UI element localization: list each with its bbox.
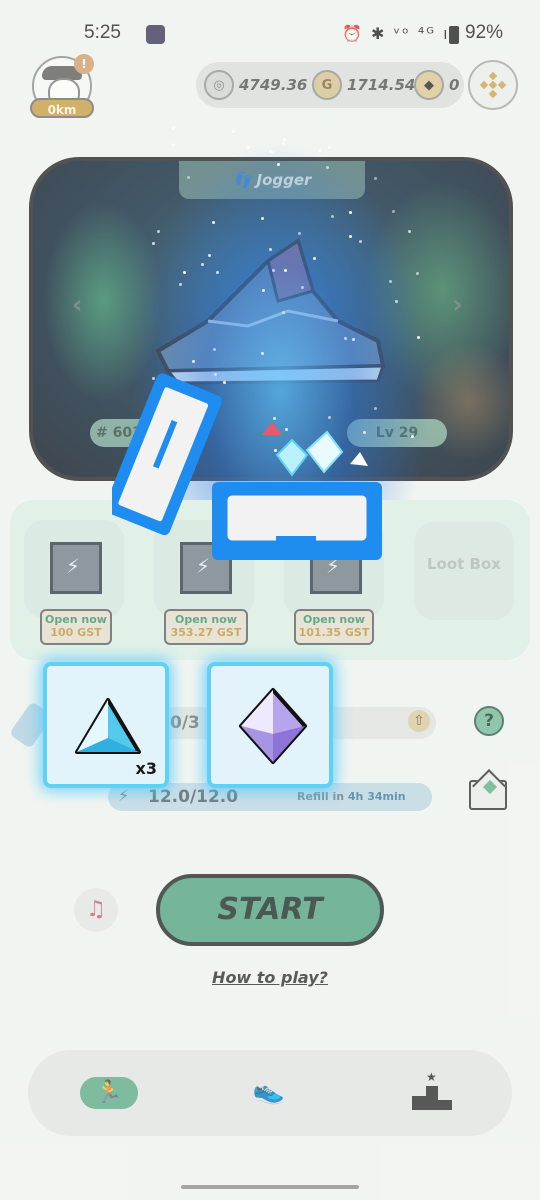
sparkle bbox=[281, 141, 285, 145]
refill-label: Refill in bbox=[297, 790, 348, 803]
sparkle bbox=[212, 220, 216, 224]
mail-dot bbox=[482, 779, 498, 795]
opened-box-icon bbox=[112, 373, 382, 560]
sneaker-class: Jogger bbox=[256, 171, 312, 189]
reward-quantity: x3 bbox=[135, 759, 157, 778]
podium-block bbox=[412, 1096, 426, 1110]
sparkle bbox=[172, 143, 176, 147]
open-price: 101.35 GST bbox=[298, 626, 370, 639]
balances-bar[interactable]: ◎ 4749.36 G 1714.54 ◆ 0 bbox=[196, 62, 464, 108]
sparkle bbox=[388, 280, 392, 284]
how-to-play-link[interactable]: How to play? bbox=[0, 968, 540, 987]
sparkle bbox=[271, 150, 275, 154]
start-button[interactable]: START bbox=[156, 874, 384, 946]
open-box-button[interactable]: Open now 353.27 GST bbox=[164, 609, 248, 645]
gst-value: 1714.54 bbox=[347, 76, 416, 94]
status-icons: ⏰ ✱ ᵛᵒ ⁴ᴳ ıll bbox=[342, 24, 463, 43]
upgrade-arrow-icon[interactable]: ⇧ bbox=[408, 710, 430, 732]
sparkle bbox=[416, 271, 420, 275]
sparkle bbox=[394, 299, 398, 303]
sparkle bbox=[215, 270, 219, 274]
mail-icon[interactable] bbox=[469, 779, 507, 810]
sparkle bbox=[268, 248, 272, 252]
sparkle bbox=[182, 271, 186, 275]
nav-leaderboard-icon[interactable]: ★ bbox=[412, 1070, 452, 1110]
prev-sneaker-arrow-icon[interactable]: ‹ bbox=[72, 290, 83, 320]
purple-gem-icon bbox=[239, 688, 307, 764]
gmt-balance: ◎ 4749.36 bbox=[204, 62, 307, 108]
gmt-coin-icon: ◎ bbox=[204, 70, 234, 100]
help-button[interactable]: ? bbox=[474, 706, 504, 736]
bnb-logo-icon bbox=[479, 71, 507, 99]
status-time: 5:25 bbox=[84, 22, 121, 43]
bnb-value: 0 bbox=[449, 76, 460, 94]
nav-sneaker-icon[interactable]: 👟 bbox=[245, 1076, 293, 1110]
durability-value: 0/3 bbox=[170, 713, 200, 733]
sparkle bbox=[312, 256, 316, 260]
mystery-box-icon bbox=[50, 542, 102, 594]
sparkle bbox=[260, 216, 264, 220]
lightning-icon: ⚡ bbox=[118, 786, 130, 805]
sparkle bbox=[247, 146, 251, 150]
sparkle bbox=[349, 210, 353, 214]
app-notification-icon bbox=[146, 25, 165, 44]
gst-balance: G 1714.54 bbox=[312, 62, 415, 108]
sparkle bbox=[358, 239, 362, 243]
reward-card[interactable]: x3 bbox=[43, 662, 169, 788]
sparkle bbox=[261, 351, 265, 355]
refill-info: Refill in 4h 34min bbox=[297, 790, 406, 803]
blue-gem-icon bbox=[75, 698, 141, 754]
bnb-coin-icon: ◆ bbox=[414, 70, 444, 100]
sparkle bbox=[343, 337, 347, 341]
open-label: Open now bbox=[45, 613, 107, 626]
energy-value: 12.0/12.0 bbox=[148, 787, 239, 807]
next-sneaker-arrow-icon[interactable]: › bbox=[452, 290, 463, 320]
sparkle bbox=[156, 230, 160, 234]
wallet-button[interactable] bbox=[468, 60, 518, 110]
refill-time: 4h 34min bbox=[347, 790, 406, 803]
sparkle bbox=[318, 149, 322, 153]
sparkle bbox=[327, 146, 331, 150]
battery-icon bbox=[449, 26, 459, 44]
open-box-button[interactable]: Open now 101.35 GST bbox=[294, 609, 374, 645]
sparkle bbox=[232, 130, 236, 134]
distance-badge: 0km bbox=[30, 98, 94, 118]
nav-run-icon[interactable]: 🏃 bbox=[80, 1077, 138, 1109]
sparkle bbox=[276, 162, 280, 166]
podium-block bbox=[438, 1100, 452, 1110]
sparkle bbox=[201, 262, 205, 266]
footprints-icon: 👣 bbox=[232, 171, 257, 189]
gst-coin-icon: G bbox=[312, 70, 342, 100]
loot-box-slot[interactable]: Loot Box bbox=[414, 522, 514, 620]
open-label: Open now bbox=[303, 613, 365, 626]
open-box-button[interactable]: Open now 100 GST bbox=[40, 609, 112, 645]
star-icon: ★ bbox=[426, 1070, 437, 1084]
podium-block bbox=[426, 1086, 438, 1110]
gmt-value: 4749.36 bbox=[239, 76, 308, 94]
music-note-icon[interactable]: ♫ bbox=[74, 888, 118, 932]
sparkle bbox=[208, 253, 212, 257]
open-price: 100 GST bbox=[50, 626, 102, 639]
battery-percent: 92% bbox=[465, 22, 504, 43]
sparkle bbox=[172, 127, 176, 131]
notification-badge: ! bbox=[74, 54, 94, 74]
sparkle bbox=[283, 137, 287, 141]
home-indicator[interactable] bbox=[181, 1185, 359, 1189]
reward-card[interactable] bbox=[207, 662, 333, 788]
bnb-balance: ◆ 0 bbox=[414, 62, 459, 108]
sneaker-class-tab: 👣 Jogger bbox=[179, 161, 365, 199]
open-label: Open now bbox=[175, 613, 237, 626]
open-price: 353.27 GST bbox=[170, 626, 242, 639]
sparkle bbox=[186, 175, 190, 179]
sparkle bbox=[391, 209, 395, 213]
sparkle bbox=[351, 337, 355, 341]
